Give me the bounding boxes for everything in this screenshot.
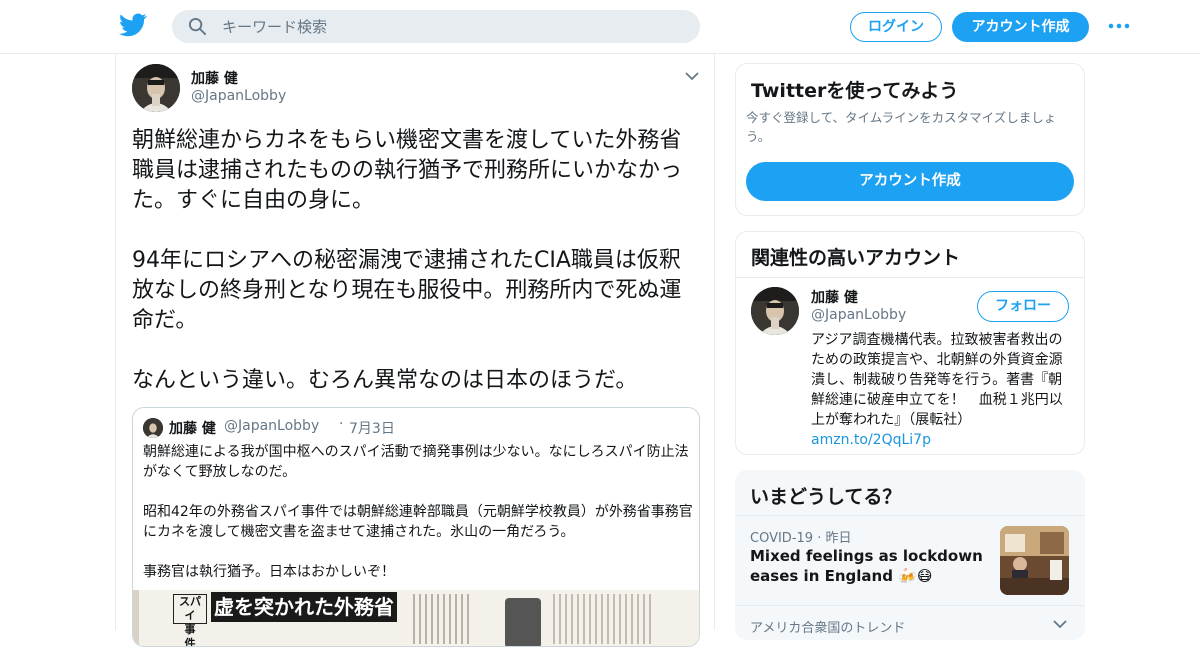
avatar[interactable] <box>132 64 180 112</box>
try-twitter-card: Twitterを使ってみよう 今すぐ登録して、タイムラインをカスタマイズしましょ… <box>735 63 1085 216</box>
trends-card: いまどうしてる？ COVID-19 · 昨日 Mixed feelings as… <box>735 470 1085 640</box>
search-box[interactable] <box>172 10 700 43</box>
more-options-icon[interactable] <box>1108 22 1130 30</box>
divider <box>735 515 1085 516</box>
divider <box>736 277 1084 278</box>
related-accounts-card: 関連性の高いアカウント 加藤 健 @JapanLobby フォロー アジア調査機… <box>735 231 1085 455</box>
quoted-tweet[interactable]: 加藤 健 @JapanLobby · 7月3日 朝鮮総連による我が国中枢へのスパ… <box>132 407 700 647</box>
card-title: 関連性の高いアカウント <box>751 247 961 269</box>
image-text-column <box>413 594 473 644</box>
quoted-avatar <box>143 418 163 438</box>
search-input[interactable] <box>222 10 682 43</box>
image-text-column <box>553 594 653 644</box>
image-label-spy: スパイ <box>179 595 201 622</box>
image-headline: 虚を突かれた外務省 <box>211 592 397 622</box>
top-bar: ログイン アカウント作成 <box>0 0 1200 54</box>
create-account-button[interactable]: アカウント作成 <box>746 162 1074 201</box>
card-title: Twitterを使ってみよう <box>751 80 959 102</box>
trend-meta: COVID-19 · 昨日 <box>750 527 852 546</box>
avatar-image <box>132 64 180 112</box>
twitter-bird-icon[interactable] <box>119 13 147 37</box>
chevron-down-icon[interactable] <box>1053 620 1067 629</box>
trend-image <box>1000 526 1069 595</box>
trend-location[interactable]: アメリカ合衆国のトレンド <box>750 617 905 636</box>
bio-text: アジア調査機構代表。拉致被害者救出のための政策提言や、北朝鮮の外貨資金源潰し、制… <box>811 332 1063 428</box>
quoted-author-name: 加藤 健 <box>169 421 216 437</box>
avatar-image <box>143 418 163 438</box>
quoted-text: 朝鮮総連による我が国中枢へのスパイ活動で摘発事例は少ない。なにしろスパイ防止法が… <box>143 444 693 580</box>
tweet-text: 朝鮮総連からカネをもらい機密文書を渡していた外務省職員は逮捕されたものの執行猶予… <box>132 128 683 393</box>
quoted-separator: · <box>339 416 344 432</box>
trend-separator: · <box>817 531 822 546</box>
account-bio: アジア調査機構代表。拉致被害者救出のための政策提言や、北朝鮮の外貨資金源潰し、制… <box>811 330 1073 450</box>
tweet-author-handle[interactable]: @JapanLobby <box>191 88 286 104</box>
image-border <box>133 590 139 646</box>
bio-link[interactable]: amzn.to/2QqLi7p <box>811 432 931 448</box>
follow-button[interactable]: フォロー <box>977 291 1069 322</box>
trend-time: 昨日 <box>825 531 852 546</box>
trend-category: COVID-19 <box>750 531 814 546</box>
avatar[interactable] <box>751 287 799 335</box>
divider <box>735 605 1085 606</box>
tweet-author-name[interactable]: 加藤 健 <box>191 68 238 88</box>
image-portrait <box>505 598 541 646</box>
search-icon <box>188 17 207 36</box>
account-handle[interactable]: @JapanLobby <box>811 307 906 323</box>
login-button[interactable]: ログイン <box>850 12 942 42</box>
card-title: いまどうしてる？ <box>750 486 902 508</box>
avatar-image <box>751 287 799 335</box>
trend-title[interactable]: Mixed feelings as lockdown eases in Engl… <box>750 546 995 586</box>
signup-button[interactable]: アカウント作成 <box>952 12 1089 42</box>
tweet-column: 加藤 健 @JapanLobby 朝鮮総連からカネをもらい機密文書を渡していた外… <box>115 54 715 647</box>
card-description: 今すぐ登録して、タイムラインをカスタマイズしましょう。 <box>746 110 1057 144</box>
account-name[interactable]: 加藤 健 <box>811 287 858 307</box>
quoted-date: 7月3日 <box>349 421 395 437</box>
quoted-author-handle: @JapanLobby <box>224 418 320 434</box>
quoted-newspaper-image[interactable]: スパイ 事 件 虚を突かれた外務省 <box>133 590 699 647</box>
image-label-case: 事 件 <box>184 623 207 647</box>
chevron-down-icon[interactable] <box>685 72 699 81</box>
trend-thumbnail[interactable] <box>1000 526 1069 595</box>
